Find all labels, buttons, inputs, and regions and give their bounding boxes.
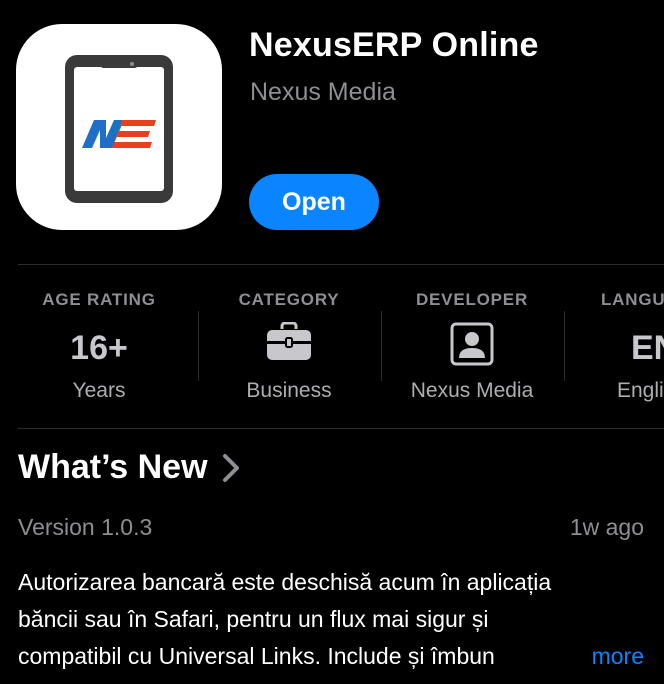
whats-new-header[interactable]: What’s New (18, 448, 240, 487)
info-strip[interactable]: AGE RATING 16+ Years CATEGORY Business D… (0, 265, 664, 428)
developer-link[interactable]: Nexus Media (250, 78, 396, 107)
info-sub: Business (246, 379, 332, 402)
briefcase-icon (199, 322, 379, 368)
divider (18, 428, 664, 429)
language-value: EN (631, 329, 664, 367)
release-notes-line: băncii sau în Safari, pentru un flux mai… (18, 606, 489, 632)
app-title: NexusERP Online (249, 26, 539, 64)
info-label: DEVELOPER (415, 290, 529, 309)
version-label: Version 1.0.3 (18, 514, 153, 540)
release-time: 1w ago (569, 514, 644, 540)
info-developer[interactable]: DEVELOPER Nexus Media (382, 265, 562, 428)
info-label: CATEGORY (238, 290, 340, 309)
info-label: AGE RATING (42, 290, 156, 309)
release-notes: Autorizarea bancară este deschisă acum î… (18, 564, 650, 675)
tablet-logo-icon (65, 55, 173, 203)
info-category[interactable]: CATEGORY Business (199, 265, 379, 428)
chevron-right-icon (222, 453, 239, 482)
info-language[interactable]: LANGU EN Engli (565, 265, 664, 428)
info-sub: Nexus Media (410, 379, 534, 402)
more-link[interactable]: more (592, 638, 644, 675)
info-age-rating[interactable]: AGE RATING 16+ Years (9, 265, 189, 428)
release-notes-line-last: compatibil cu Universal Links. Include ș… (18, 638, 650, 675)
open-button[interactable]: Open (249, 174, 379, 230)
person-square-icon (382, 322, 562, 368)
info-sub: Engli (617, 379, 664, 402)
info-sub: Years (72, 379, 126, 402)
whats-new-title: What’s New (18, 448, 208, 486)
info-label: LANGU (601, 290, 664, 309)
age-rating-value: 16+ (70, 329, 128, 367)
release-notes-line: Autorizarea bancară este deschisă acum î… (18, 569, 552, 595)
app-icon (16, 24, 222, 230)
release-notes-text: compatibil cu Universal Links. Include ș… (18, 643, 495, 669)
